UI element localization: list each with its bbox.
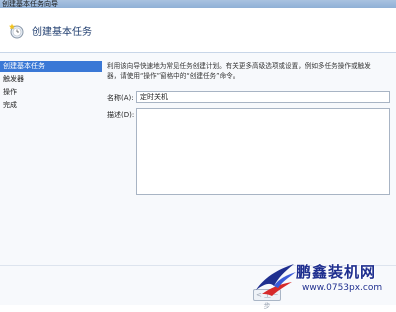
name-label: 名称(A): [107,94,134,102]
description-line-1: 利用该向导快速地为常见任务创建计划。有关更多高级选项或设置，例如多任务操作或触发 [107,62,371,70]
name-row: 名称(A): 定时关机 [107,91,392,105]
step-finish[interactable]: 完成 [0,100,102,111]
window-title: 创建基本任务向导 [2,0,58,8]
window-titlebar: 创建基本任务向导 [0,0,396,8]
description-label: 描述(D): [107,111,135,119]
wizard-header: 创建基本任务 [0,8,396,52]
page-title: 创建基本任务 [32,27,92,38]
wizard-steps-sidebar: 创建基本任务 触发器 操作 完成 [0,61,102,305]
name-field[interactable]: 定时关机 [136,91,390,103]
watermark-url: www.0753px.com [302,283,383,293]
description-text: 利用该向导快速地为常见任务创建计划。有关更多高级选项或设置，例如多任务操作或触发… [107,61,387,81]
watermark-brand: 鹏鑫装机网 [296,263,377,281]
watermark-logo: 鹏鑫装机网 www.0753px.com [250,256,394,302]
step-create-basic-task[interactable]: 创建基本任务 [0,61,102,72]
description-line-2: 器，请使用“操作”窗格中的“创建任务”命令。 [107,72,240,80]
bird-logo-icon [256,264,296,296]
step-trigger[interactable]: 触发器 [0,74,102,85]
task-wizard-icon [9,23,24,39]
step-action[interactable]: 操作 [0,87,102,98]
description-row: 描述(D): [107,108,392,198]
description-field[interactable] [136,108,390,195]
